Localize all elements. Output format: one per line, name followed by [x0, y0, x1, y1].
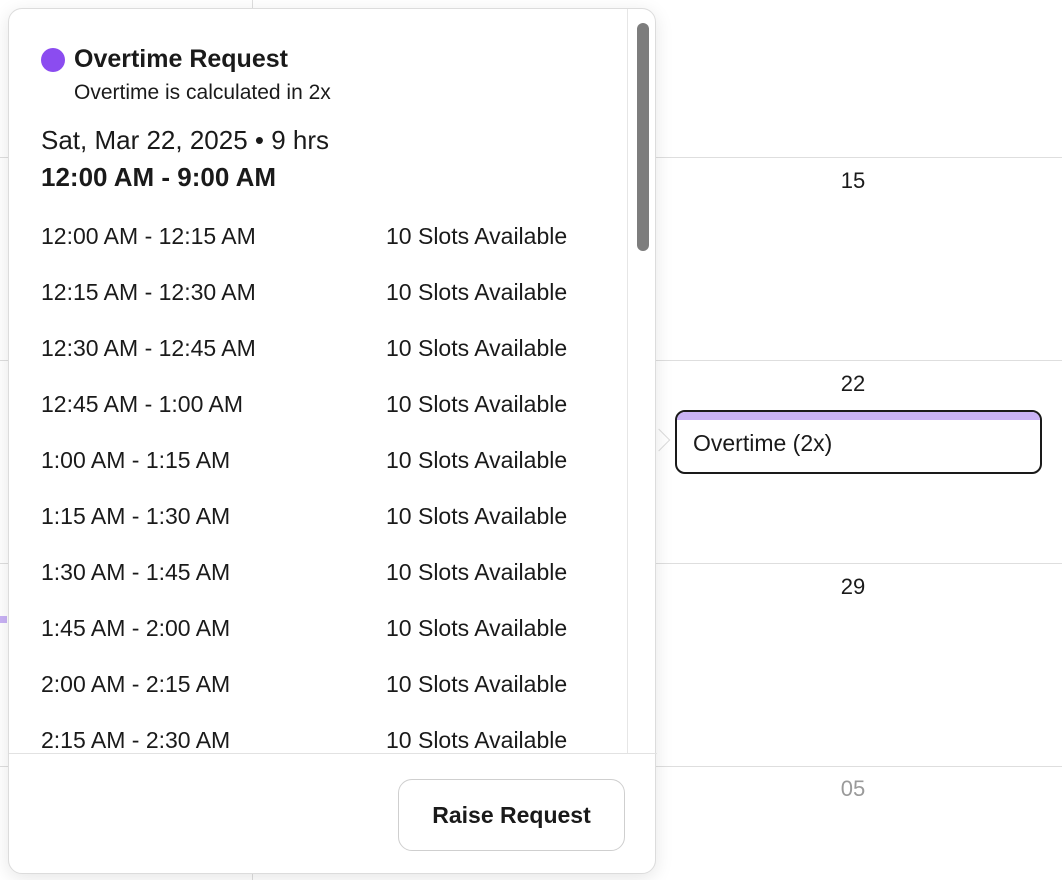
slot-row[interactable]: 1:00 AM - 1:15 AM 10 Slots Available	[41, 433, 601, 489]
overtime-request-popover: Overtime Request Overtime is calculated …	[8, 8, 657, 874]
slot-time: 12:30 AM - 12:45 AM	[41, 335, 256, 361]
popover-title: Overtime Request	[74, 45, 288, 73]
event-chip-label: Overtime (2x)	[693, 430, 833, 456]
event-color-band	[677, 412, 1040, 420]
calendar-event-sliver	[0, 616, 7, 623]
slot-row[interactable]: 12:45 AM - 1:00 AM 10 Slots Available	[41, 377, 601, 433]
slot-time: 1:30 AM - 1:45 AM	[41, 559, 231, 585]
slot-availability: 10 Slots Available	[386, 279, 568, 305]
status-dot-icon	[41, 47, 65, 72]
popover-scroll-area[interactable]: Overtime Request Overtime is calculated …	[9, 9, 627, 753]
slot-row[interactable]: 1:45 AM - 2:00 AM 10 Slots Available	[41, 601, 601, 657]
slot-time: 2:15 AM - 2:30 AM	[41, 727, 231, 753]
slot-availability: 10 Slots Available	[386, 335, 568, 361]
calendar-date-29[interactable]: 29	[653, 574, 1053, 600]
slot-row[interactable]: 2:00 AM - 2:15 AM 10 Slots Available	[41, 657, 601, 713]
overtime-event-chip[interactable]: Overtime (2x)	[675, 410, 1042, 474]
slot-row[interactable]: 1:15 AM - 1:30 AM 10 Slots Available	[41, 489, 601, 545]
slot-row[interactable]: 12:15 AM - 12:30 AM 10 Slots Available	[41, 265, 601, 321]
slot-row[interactable]: 1:30 AM - 1:45 AM 10 Slots Available	[41, 545, 601, 601]
slot-availability: 10 Slots Available	[386, 447, 568, 473]
slot-availability: 10 Slots Available	[386, 671, 568, 697]
slot-time: 1:45 AM - 2:00 AM	[41, 615, 231, 641]
shift-time-range: 12:00 AM - 9:00 AM	[41, 162, 277, 192]
slot-time: 12:00 AM - 12:15 AM	[41, 223, 256, 249]
slot-row[interactable]: 2:15 AM - 2:30 AM 10 Slots Available	[41, 713, 601, 753]
calendar-view: 15 22 29 05 Overtime (2x) Overtime Reque…	[0, 0, 1062, 880]
slot-row[interactable]: 12:00 AM - 12:15 AM 10 Slots Available	[41, 209, 601, 265]
slot-availability: 10 Slots Available	[386, 727, 568, 753]
calendar-date-22[interactable]: 22	[653, 371, 1053, 397]
popover-subtitle: Overtime is calculated in 2x	[74, 81, 331, 104]
popover-scrollbar[interactable]	[627, 9, 657, 753]
slot-time: 1:15 AM - 1:30 AM	[41, 503, 231, 529]
scrollbar-thumb[interactable]	[637, 23, 649, 251]
calendar-date-15[interactable]: 15	[653, 168, 1053, 194]
slot-time: 1:00 AM - 1:15 AM	[41, 447, 231, 473]
slot-availability: 10 Slots Available	[386, 223, 568, 249]
slot-availability: 10 Slots Available	[386, 615, 568, 641]
slot-row[interactable]: 12:30 AM - 12:45 AM 10 Slots Available	[41, 321, 601, 377]
popover-header: Overtime Request	[41, 45, 288, 74]
slot-time: 2:00 AM - 2:15 AM	[41, 671, 231, 697]
slot-list: 12:00 AM - 12:15 AM 10 Slots Available 1…	[41, 209, 601, 753]
raise-request-button[interactable]: Raise Request	[398, 779, 625, 851]
slot-availability: 10 Slots Available	[386, 559, 568, 585]
slot-availability: 10 Slots Available	[386, 391, 568, 417]
slot-time: 12:15 AM - 12:30 AM	[41, 279, 256, 305]
calendar-date-05[interactable]: 05	[653, 776, 1053, 802]
slot-time: 12:45 AM - 1:00 AM	[41, 391, 244, 417]
slot-availability: 10 Slots Available	[386, 503, 568, 529]
shift-date-duration: Sat, Mar 22, 2025 • 9 hrs	[41, 125, 330, 155]
popover-footer-divider	[9, 753, 657, 754]
